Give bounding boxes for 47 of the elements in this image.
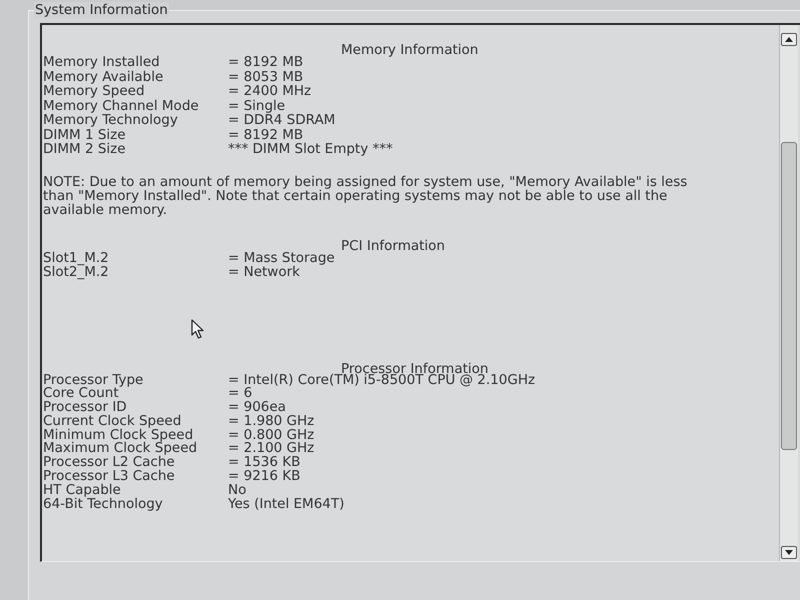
field-value: = 8192 MB: [228, 55, 304, 70]
field-value: = 1.980 GHz: [228, 414, 314, 429]
field-value: = 8053 MB: [228, 70, 304, 84]
field-value: = 6: [228, 387, 252, 402]
field-label: Processor ID: [43, 401, 127, 415]
field-value: Yes (Intel EM64T): [228, 498, 344, 512]
field-label: Memory Speed: [43, 84, 145, 98]
field-label: Processor Type: [43, 374, 144, 388]
note-text: NOTE: Due to an amount of memory being assigned for system use, "Memory Available" is less than "Memory Installed". Note that certain operating systems may not be able to use all the available memory.: [42, 174, 688, 216]
field-label: DIMM 2 Size: [43, 142, 126, 156]
field-label: HT Capable: [43, 484, 121, 498]
group-box-title: System Information: [34, 2, 169, 18]
section-heading: PCI Information: [341, 238, 445, 254]
field-label: Core Count: [43, 387, 119, 402]
field-value: = DDR4 SDRAM: [228, 113, 336, 128]
field-label: DIMM 1 Size: [43, 128, 126, 142]
field-value: = 2400 MHz: [228, 84, 312, 98]
field-value: = 1536 KB: [228, 456, 300, 470]
field-label: Current Clock Speed: [43, 414, 182, 429]
field-value: = Mass Storage: [228, 250, 335, 265]
field-label: Memory Available: [43, 70, 164, 84]
field-label: Processor L2 Cache: [43, 456, 175, 470]
caret-down-icon: [785, 550, 793, 555]
field-label: Memory Channel Mode: [43, 98, 199, 113]
field-label: Slot2_M.2: [43, 265, 109, 280]
caret-up-icon: [785, 37, 793, 42]
field-value: = 9216 KB: [228, 470, 300, 484]
mouse-pointer-icon: [191, 319, 205, 339]
scroll-down-button[interactable]: [781, 546, 797, 559]
scrollbar-thumb[interactable]: [781, 142, 797, 450]
field-value: = 906ea: [228, 401, 286, 415]
field-value: = 0.800 GHz: [228, 428, 314, 442]
field-label: Memory Installed: [43, 55, 160, 70]
field-label: Memory Technology: [43, 113, 178, 128]
field-value: = Single: [228, 98, 286, 113]
section-heading: Memory Information: [341, 42, 478, 58]
field-value: *** DIMM Slot Empty ***: [228, 142, 393, 156]
field-label: 64-Bit Technology: [43, 498, 163, 512]
field-label: Minimum Clock Speed: [43, 428, 194, 442]
field-value: No: [228, 484, 246, 498]
field-value: = 8192 MB: [228, 128, 304, 142]
field-label: Processor L3 Cache: [43, 470, 175, 484]
field-label: Slot1_M.2: [43, 250, 109, 265]
field-label: Maximum Clock Speed: [43, 442, 198, 456]
field-value: = Network: [228, 265, 300, 280]
scroll-up-button[interactable]: [781, 33, 797, 46]
field-value: = 2.100 GHz: [228, 442, 314, 456]
